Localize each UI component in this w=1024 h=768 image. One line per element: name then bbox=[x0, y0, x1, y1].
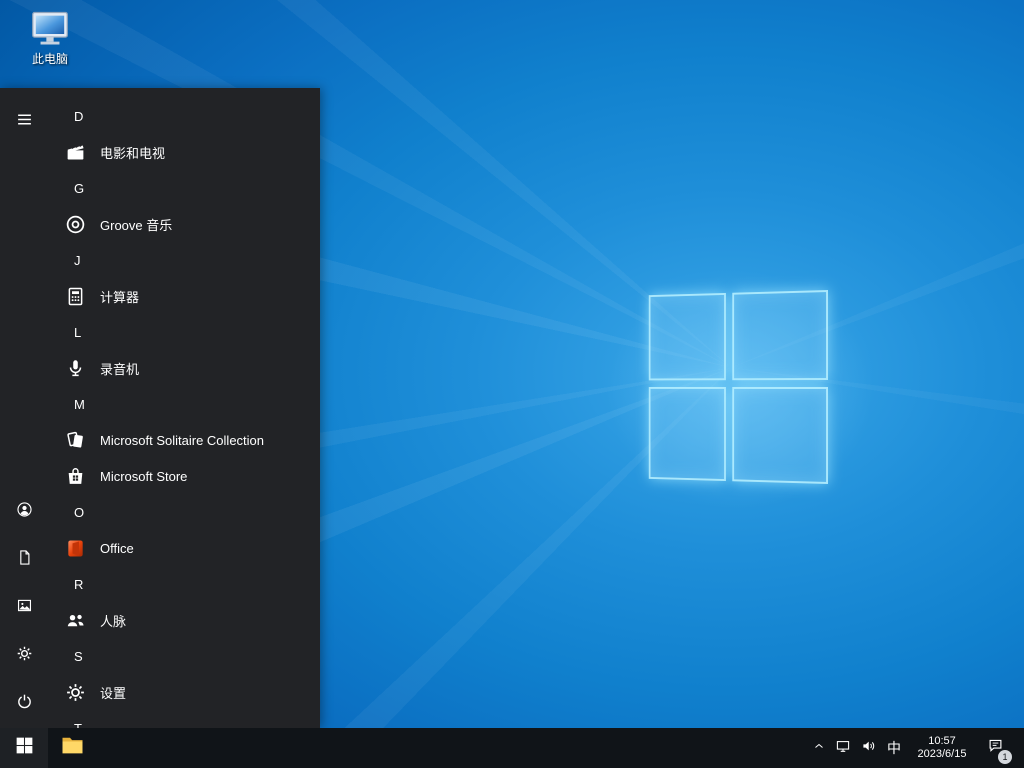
groove-icon bbox=[63, 212, 88, 237]
ime-indicator[interactable]: 中 bbox=[882, 728, 906, 768]
user-icon bbox=[16, 501, 33, 523]
taskbar: 中 10:57 2023/6/15 1 bbox=[0, 728, 1024, 768]
app-item-movies-tv[interactable]: 电影和电视 bbox=[48, 134, 320, 170]
rail-button-pictures[interactable] bbox=[0, 584, 48, 632]
app-section-letter: T bbox=[74, 721, 82, 729]
app-section-header[interactable]: O bbox=[48, 494, 320, 530]
logo-pane bbox=[649, 387, 726, 481]
logo-pane bbox=[732, 387, 828, 484]
power-icon bbox=[16, 693, 33, 715]
store-icon bbox=[63, 464, 88, 489]
clock-time: 10:57 bbox=[928, 735, 956, 748]
windows-logo-icon bbox=[16, 737, 33, 759]
system-tray: 中 10:57 2023/6/15 1 bbox=[808, 728, 1024, 768]
desktop-icon-this-pc[interactable]: 此电脑 bbox=[12, 8, 88, 67]
hamburger-icon bbox=[16, 111, 33, 133]
app-section-letter: M bbox=[74, 397, 85, 412]
ime-label: 中 bbox=[887, 738, 901, 758]
chevron-up-icon bbox=[813, 739, 825, 757]
app-section-header[interactable]: M bbox=[48, 386, 320, 422]
start-app-list: D 电影和电视 G Groove 音乐 J 计算器 L 录音机 M Microsoft Solit… bbox=[48, 88, 320, 728]
app-label: 设置 bbox=[100, 683, 126, 702]
speaker-icon bbox=[861, 738, 877, 759]
app-section-header[interactable]: S bbox=[48, 638, 320, 674]
office-icon bbox=[63, 536, 88, 561]
screen: { "colors": { "menu_background": "#22232… bbox=[0, 0, 1024, 768]
notification-badge: 1 bbox=[998, 750, 1012, 764]
tray-show-hidden-icons[interactable] bbox=[808, 728, 830, 768]
solitaire-icon bbox=[63, 428, 88, 453]
folder-icon bbox=[60, 733, 85, 763]
start-button[interactable] bbox=[0, 728, 48, 768]
logo-pane bbox=[649, 293, 726, 380]
app-section-letter: R bbox=[74, 577, 83, 592]
rail-button-menu[interactable] bbox=[0, 98, 48, 146]
taskbar-clock[interactable]: 10:57 2023/6/15 bbox=[906, 728, 978, 768]
movies-tv-icon bbox=[63, 140, 88, 165]
app-section-header[interactable]: T bbox=[48, 710, 320, 728]
app-section-header[interactable]: L bbox=[48, 314, 320, 350]
document-icon bbox=[16, 549, 33, 571]
network-icon bbox=[835, 738, 851, 759]
app-item-recorder[interactable]: 录音机 bbox=[48, 350, 320, 386]
calculator-icon bbox=[63, 284, 88, 309]
app-item-gear[interactable]: 设置 bbox=[48, 674, 320, 710]
recorder-icon bbox=[63, 356, 88, 381]
app-item-groove[interactable]: Groove 音乐 bbox=[48, 206, 320, 242]
app-section-header[interactable]: R bbox=[48, 566, 320, 602]
start-menu-rail bbox=[0, 88, 48, 728]
wallpaper-windows-logo bbox=[649, 290, 828, 484]
app-section-letter: O bbox=[74, 505, 84, 520]
app-label: 人脉 bbox=[100, 611, 126, 630]
app-item-office[interactable]: Office bbox=[48, 530, 320, 566]
app-section-letter: D bbox=[74, 109, 83, 124]
app-section-header[interactable]: J bbox=[48, 242, 320, 278]
picture-icon bbox=[16, 597, 33, 619]
rail-button-settings[interactable] bbox=[0, 632, 48, 680]
gear-icon bbox=[63, 680, 88, 705]
app-label: Groove 音乐 bbox=[100, 215, 172, 234]
app-section-letter: L bbox=[74, 325, 81, 340]
logo-pane bbox=[732, 290, 828, 380]
clock-date: 2023/6/15 bbox=[918, 748, 967, 761]
start-menu: D 电影和电视 G Groove 音乐 J 计算器 L 录音机 M Microsoft Solit… bbox=[0, 88, 320, 728]
tray-network[interactable] bbox=[830, 728, 856, 768]
app-item-people[interactable]: 人脉 bbox=[48, 602, 320, 638]
app-section-letter: J bbox=[74, 253, 81, 268]
app-item-solitaire[interactable]: Microsoft Solitaire Collection bbox=[48, 422, 320, 458]
rail-button-power[interactable] bbox=[0, 680, 48, 728]
gear-icon bbox=[16, 645, 33, 667]
app-label: 录音机 bbox=[100, 359, 139, 378]
rail-button-account[interactable] bbox=[0, 488, 48, 536]
app-label: 电影和电视 bbox=[100, 143, 165, 162]
tray-volume[interactable] bbox=[856, 728, 882, 768]
app-item-calculator[interactable]: 计算器 bbox=[48, 278, 320, 314]
app-section-header[interactable]: D bbox=[48, 98, 320, 134]
app-section-header[interactable]: G bbox=[48, 170, 320, 206]
this-pc-icon bbox=[12, 8, 88, 48]
desktop-icon-label: 此电脑 bbox=[12, 50, 88, 67]
app-section-letter: G bbox=[74, 181, 84, 196]
taskbar-file-explorer[interactable] bbox=[48, 728, 96, 768]
people-icon bbox=[63, 608, 88, 633]
app-label: Microsoft Solitaire Collection bbox=[100, 433, 264, 448]
app-label: Office bbox=[100, 541, 134, 556]
app-section-letter: S bbox=[74, 649, 83, 664]
rail-button-documents[interactable] bbox=[0, 536, 48, 584]
action-center-button[interactable]: 1 bbox=[978, 728, 1012, 768]
app-label: Microsoft Store bbox=[100, 469, 187, 484]
app-item-store[interactable]: Microsoft Store bbox=[48, 458, 320, 494]
app-label: 计算器 bbox=[100, 287, 139, 306]
